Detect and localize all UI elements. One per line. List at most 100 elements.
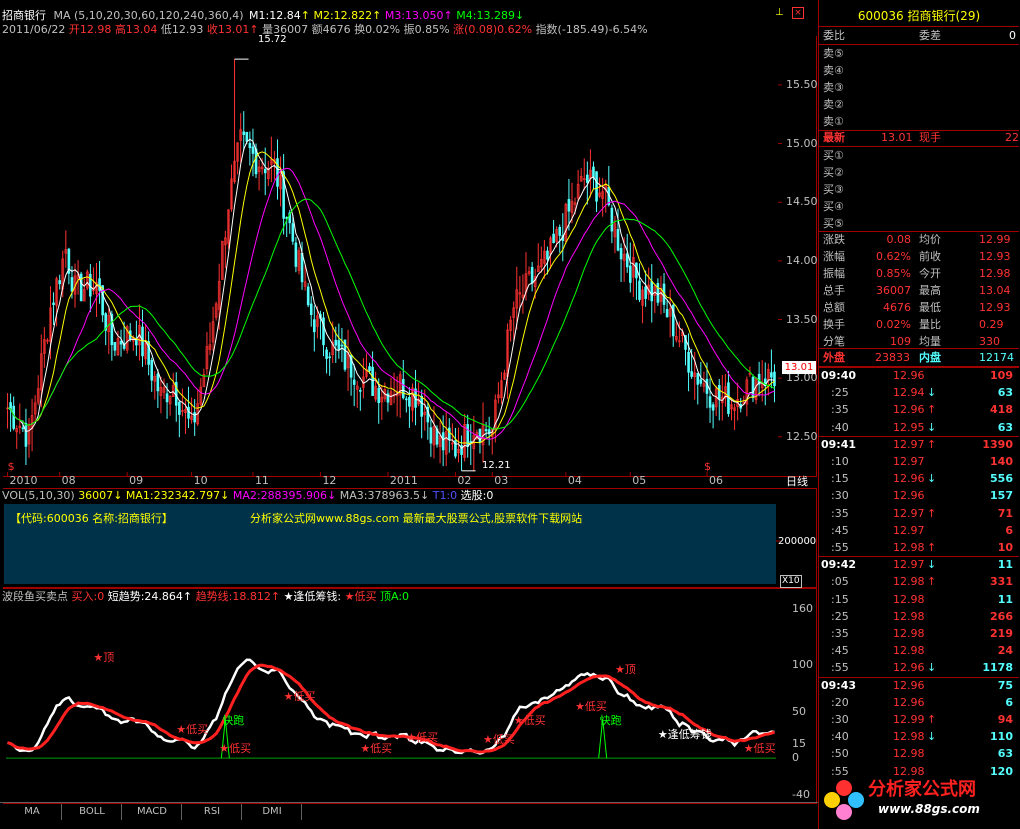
tick-volume: 94 bbox=[997, 713, 1013, 726]
candle-body bbox=[441, 432, 445, 451]
charts-canvas[interactable]: $ $ bbox=[0, 0, 820, 805]
tick-price: 12.96 bbox=[893, 472, 925, 486]
low-marker: 12.21 bbox=[482, 460, 511, 471]
candle-body bbox=[625, 253, 629, 268]
tick-row[interactable]: :50 12.98 63 bbox=[819, 745, 1019, 762]
tab-rsi[interactable]: RSI bbox=[183, 804, 242, 820]
tick-row[interactable]: :30 12.99 ↑ 94 bbox=[819, 711, 1019, 728]
tick-row[interactable]: :15 12.96 ↓ 556 bbox=[819, 470, 1019, 487]
candle-body bbox=[352, 379, 356, 385]
tick-row[interactable]: :40 12.98 ↓ 110 bbox=[819, 728, 1019, 745]
candle-body bbox=[628, 265, 632, 283]
tick-row[interactable]: 09:41 12.97 ↑ 1390 bbox=[819, 435, 1019, 453]
banner-ad: 分析家公式网www.88gs.com 最新最大股票公式,股票软件下载网站 bbox=[250, 512, 583, 525]
tick-time: :55 bbox=[831, 541, 849, 554]
tick-row[interactable]: 09:43 12.96 75 bbox=[819, 676, 1019, 694]
tick-row[interactable]: 09:42 12.97 ↓ 11 bbox=[819, 556, 1019, 573]
candle-body bbox=[484, 429, 488, 432]
candle-body bbox=[21, 427, 25, 430]
tick-volume: 556 bbox=[990, 472, 1013, 486]
price-y-tick-label: 14.50 bbox=[786, 195, 818, 209]
tick-row[interactable]: :30 12.96 157 bbox=[819, 487, 1019, 504]
tick-volume: 157 bbox=[990, 489, 1013, 503]
tick-row[interactable]: :55 12.98 ↑ 10 bbox=[819, 539, 1019, 556]
stat-label-2: 量比 bbox=[919, 318, 941, 331]
tick-price: 12.97 bbox=[893, 437, 925, 451]
tick-volume: 331 bbox=[990, 575, 1013, 589]
period-label[interactable]: 日线 bbox=[786, 475, 808, 489]
price-x-tick-label: 10 bbox=[193, 474, 208, 487]
candle-body bbox=[245, 131, 249, 142]
ind-mark-low-buy: ★低买 bbox=[575, 699, 607, 713]
stat-value-2: 0.29 bbox=[979, 318, 1004, 331]
tick-arrow-icon: ↓ bbox=[927, 558, 937, 572]
tick-time: :35 bbox=[831, 506, 849, 520]
outer-value: 23833 bbox=[875, 351, 910, 364]
candle-body bbox=[401, 379, 405, 399]
tick-time: :25 bbox=[831, 609, 849, 623]
tick-row[interactable]: 09:40 12.96 109 bbox=[819, 367, 1019, 384]
buy-label: 买② bbox=[823, 166, 844, 179]
tick-price: 12.95 bbox=[893, 420, 925, 434]
tick-row[interactable]: :45 12.98 24 bbox=[819, 642, 1019, 659]
tick-row[interactable]: :15 12.98 11 bbox=[819, 591, 1019, 608]
tick-arrow-icon: ↓ bbox=[927, 661, 937, 675]
candle-body bbox=[52, 302, 55, 306]
buy-row: 买① bbox=[819, 147, 1019, 164]
candle-body bbox=[616, 229, 620, 251]
candle-body bbox=[711, 404, 715, 411]
tick-row[interactable]: :35 12.98 219 bbox=[819, 625, 1019, 642]
stat-value: 0.02% bbox=[876, 318, 911, 331]
tab-macd[interactable]: MACD bbox=[123, 804, 182, 820]
current-price-tag: 13.01 bbox=[782, 361, 816, 374]
tick-row[interactable]: :25 12.98 266 bbox=[819, 608, 1019, 625]
stat-label-2: 均价 bbox=[919, 233, 941, 246]
tick-row[interactable]: :55 12.96 ↓ 1178 bbox=[819, 659, 1019, 676]
candle-body bbox=[592, 166, 595, 178]
tick-row[interactable]: :10 12.97 140 bbox=[819, 453, 1019, 470]
panel-name: 招商银行 bbox=[907, 9, 956, 23]
ind-y-tick-label: 160 bbox=[792, 602, 813, 616]
tick-row[interactable]: :35 12.96 ↑ 418 bbox=[819, 401, 1019, 418]
candle-body bbox=[650, 281, 654, 302]
ind-trend-line: 趋势线:18.812 bbox=[195, 590, 271, 603]
weicha-value: 0 bbox=[1009, 29, 1016, 42]
candle-body bbox=[300, 252, 304, 283]
stat-label-2: 前收 bbox=[919, 250, 941, 263]
tick-price: 12.98 bbox=[893, 541, 925, 554]
tick-row[interactable]: :35 12.97 ↑ 71 bbox=[819, 505, 1019, 522]
price-y-tick-label: 15.50 bbox=[786, 77, 818, 91]
tick-price: 12.96 bbox=[893, 403, 925, 417]
candle-body bbox=[690, 371, 693, 377]
tick-separator bbox=[819, 367, 1019, 368]
candle-body bbox=[313, 319, 316, 333]
stat-value-2: 12.99 bbox=[979, 233, 1011, 246]
stat-label: 总手 bbox=[823, 284, 845, 297]
candle-body bbox=[135, 339, 138, 346]
candle-body bbox=[696, 372, 700, 385]
ind-short-trend: 短趋势:24.864 bbox=[107, 590, 183, 603]
tick-row[interactable]: :05 12.98 ↑ 331 bbox=[819, 573, 1019, 590]
tick-row[interactable]: :25 12.94 ↓ 63 bbox=[819, 384, 1019, 401]
candle-body bbox=[447, 427, 451, 440]
tab-dmi[interactable]: DMI bbox=[243, 804, 302, 820]
stat-label: 总额 bbox=[823, 301, 845, 314]
price-x-tick-label: 2010 bbox=[9, 474, 38, 487]
candle-body bbox=[12, 405, 15, 429]
tick-arrow-icon: ↓ bbox=[927, 730, 937, 744]
candle-body bbox=[638, 280, 641, 300]
tick-row[interactable]: :40 12.95 ↓ 63 bbox=[819, 419, 1019, 436]
sell-label: 卖③ bbox=[823, 81, 844, 94]
tick-arrow-icon: ↑ bbox=[927, 506, 937, 520]
tick-row[interactable]: :45 12.97 6 bbox=[819, 522, 1019, 539]
tick-price: 12.96 bbox=[893, 369, 925, 382]
candle-body bbox=[309, 303, 313, 315]
tab-boll[interactable]: BOLL bbox=[63, 804, 122, 820]
ind-mark-low-buy: ★低买 bbox=[513, 713, 546, 727]
tick-time: :30 bbox=[831, 713, 849, 726]
tab-ma[interactable]: MA bbox=[3, 804, 62, 820]
candle-body bbox=[687, 351, 690, 373]
tick-row[interactable]: :20 12.96 6 bbox=[819, 694, 1019, 711]
candle-body bbox=[408, 396, 411, 407]
stat-value-2: 12.93 bbox=[979, 250, 1011, 263]
